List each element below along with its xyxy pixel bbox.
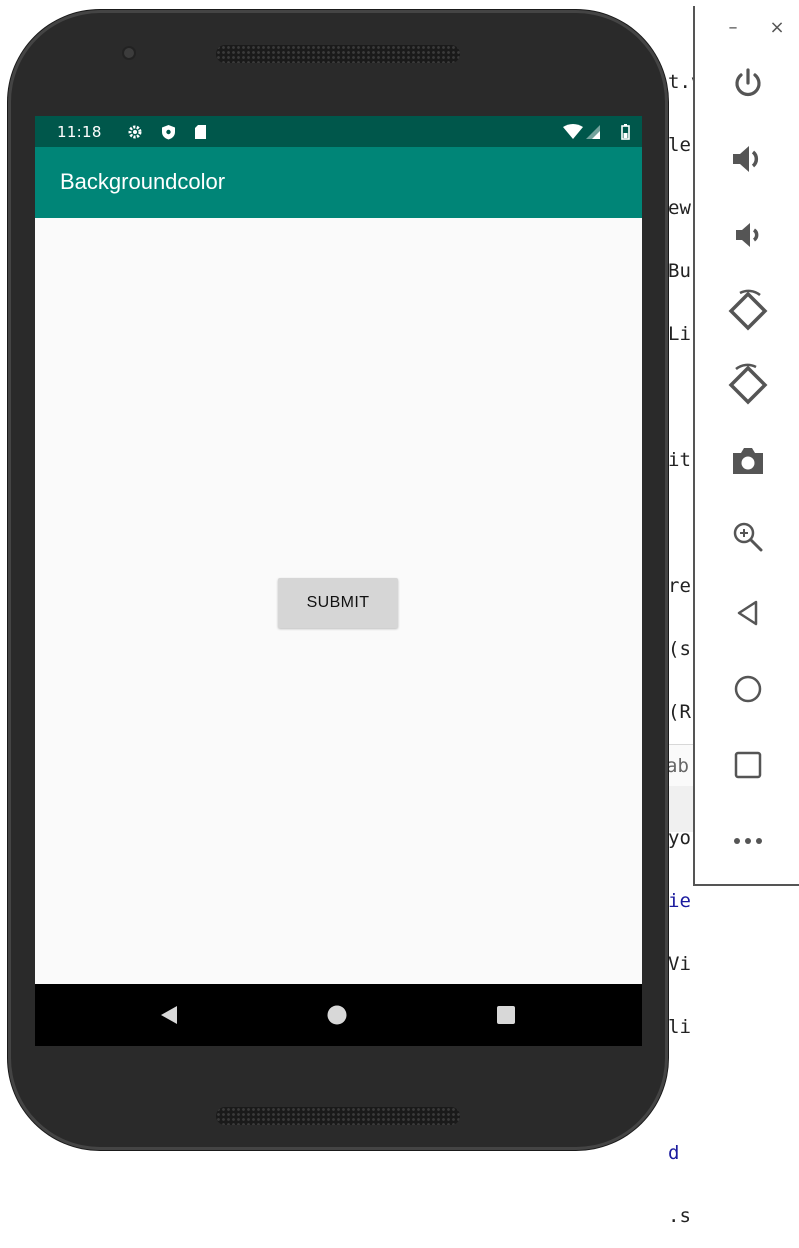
rotate-left-icon <box>728 289 768 331</box>
screenshot-button[interactable] <box>723 436 773 486</box>
home-button[interactable] <box>723 664 773 714</box>
wifi-icon <box>563 124 583 139</box>
navigation-bar <box>35 984 642 1046</box>
rotate-right-icon <box>728 363 768 405</box>
home-icon <box>734 675 762 703</box>
phone-device-frame: 11:18 Backgroundcolor SUBMIT <box>8 10 668 1150</box>
volume-up-icon <box>733 146 759 172</box>
back-icon <box>737 600 758 626</box>
front-camera <box>124 48 134 58</box>
battery-icon <box>621 124 630 140</box>
more-icon <box>734 838 762 844</box>
rotate-left-button[interactable] <box>723 286 773 336</box>
code-line: ie <box>668 890 691 912</box>
bottom-speaker-grille <box>216 1107 460 1125</box>
overview-icon <box>734 751 762 779</box>
rotate-right-button[interactable] <box>723 360 773 410</box>
volume-up-button[interactable] <box>723 134 773 184</box>
power-button[interactable] <box>723 58 773 108</box>
volume-down-icon <box>736 223 759 247</box>
emulator-controls-panel: – × <box>693 6 799 886</box>
app-title: Backgroundcolor <box>60 169 226 194</box>
status-time: 11:18 <box>57 123 102 141</box>
minimize-button[interactable]: – <box>721 16 745 40</box>
signal-icon <box>586 125 600 139</box>
top-speaker-grille <box>216 45 460 63</box>
more-button[interactable] <box>723 816 773 866</box>
back-icon[interactable] <box>161 1006 177 1024</box>
phone-screen: 11:18 Backgroundcolor SUBMIT <box>35 116 642 1046</box>
submit-button[interactable]: SUBMIT <box>278 578 398 628</box>
back-button[interactable] <box>723 588 773 638</box>
power-icon <box>735 68 761 97</box>
sd-card-icon <box>195 125 206 139</box>
status-bar: 11:18 <box>35 116 642 147</box>
zoom-icon <box>733 522 763 552</box>
shield-icon <box>162 125 175 140</box>
code-line: li <box>668 1016 691 1038</box>
code-line: Vi <box>668 953 691 975</box>
recents-icon[interactable] <box>496 1005 516 1025</box>
zoom-button[interactable] <box>723 512 773 562</box>
close-button[interactable]: × <box>765 16 789 40</box>
camera-icon <box>733 448 763 474</box>
code-line: .s <box>668 1205 691 1227</box>
settings-icon <box>128 125 142 139</box>
home-icon[interactable] <box>327 1005 347 1025</box>
code-line: d <box>668 1142 680 1164</box>
app-bar: Backgroundcolor <box>35 147 642 218</box>
volume-down-button[interactable] <box>723 210 773 260</box>
overview-button[interactable] <box>723 740 773 790</box>
